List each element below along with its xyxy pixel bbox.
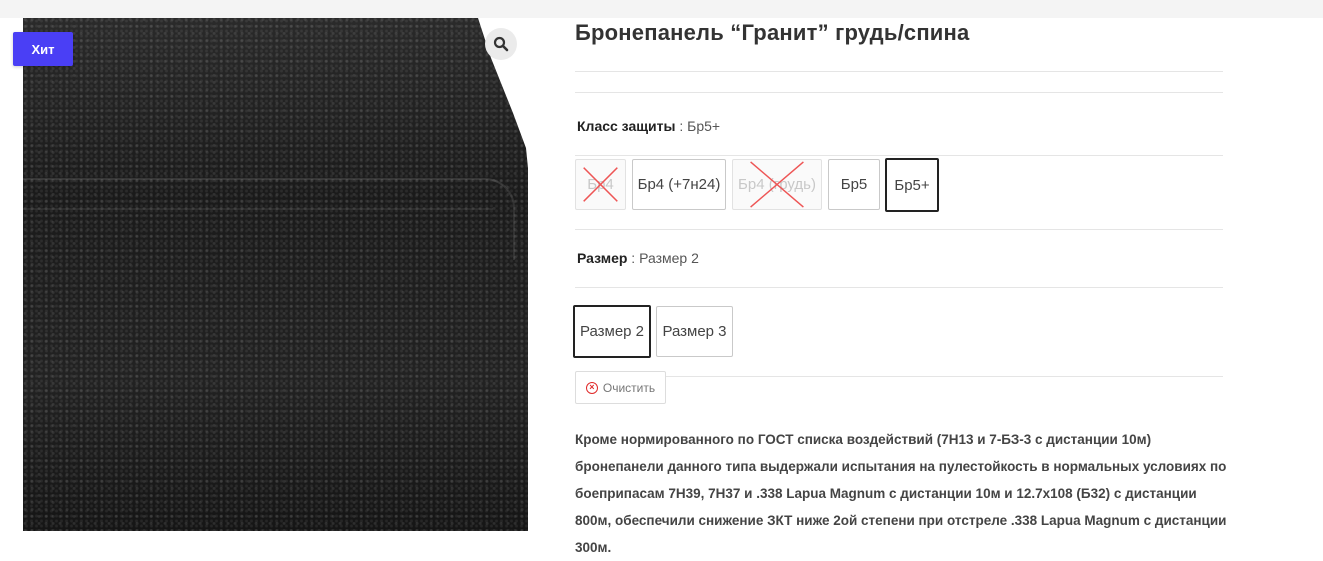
divider: [575, 229, 1223, 230]
hit-badge: Хит: [13, 32, 73, 66]
option-label: Бр4 (+7н24): [637, 176, 721, 193]
clear-label: Очистить: [602, 380, 656, 395]
option-label: Бр5: [840, 176, 868, 193]
protection-class-label: Класс защиты : Бр5+: [577, 118, 720, 134]
divider: [575, 155, 1223, 156]
plate-ridge: [23, 178, 515, 260]
clear-selection-button[interactable]: × Очистить: [575, 371, 666, 404]
option-br4-chest[interactable]: Бр4 (грудь): [732, 159, 822, 210]
search-icon: [493, 36, 509, 52]
option-label: Размер 3: [662, 323, 727, 340]
option-label: Бр5+: [894, 176, 930, 194]
divider: [575, 376, 1223, 377]
size-value: Размер 2: [639, 250, 699, 266]
clear-circle-x-icon: ×: [585, 381, 598, 394]
size-name: Размер: [577, 250, 628, 266]
top-bar: [0, 0, 1323, 18]
option-br5[interactable]: Бр5: [828, 159, 880, 210]
option-br4[interactable]: Бр4: [575, 159, 626, 210]
divider: [575, 92, 1223, 93]
divider: [575, 287, 1223, 288]
product-title: Бронепанель “Гранит” грудь/спина: [575, 20, 970, 45]
protection-class-value: Бр5+: [687, 118, 721, 134]
product-image[interactable]: [23, 18, 528, 531]
product-description: Кроме нормированного по ГОСТ списка возд…: [575, 432, 1227, 555]
option-br4-7n24[interactable]: Бр4 (+7н24): [632, 159, 726, 210]
divider: [575, 71, 1223, 72]
armor-plate-photo: [23, 18, 528, 531]
option-size-3[interactable]: Размер 3: [656, 306, 733, 357]
option-br5-plus[interactable]: Бр5+: [885, 158, 939, 212]
option-label: Размер 2: [579, 323, 645, 340]
protection-class-name: Класс защиты: [577, 118, 676, 134]
size-label: Размер : Размер 2: [577, 250, 699, 266]
label-separator: :: [627, 250, 640, 266]
plate-ridge-line: [23, 208, 493, 210]
option-size-2[interactable]: Размер 2: [573, 305, 651, 358]
option-label: Бр4 (грудь): [738, 176, 816, 193]
zoom-button[interactable]: [485, 28, 517, 60]
label-separator: :: [675, 118, 688, 134]
option-label: Бр4: [587, 176, 614, 193]
